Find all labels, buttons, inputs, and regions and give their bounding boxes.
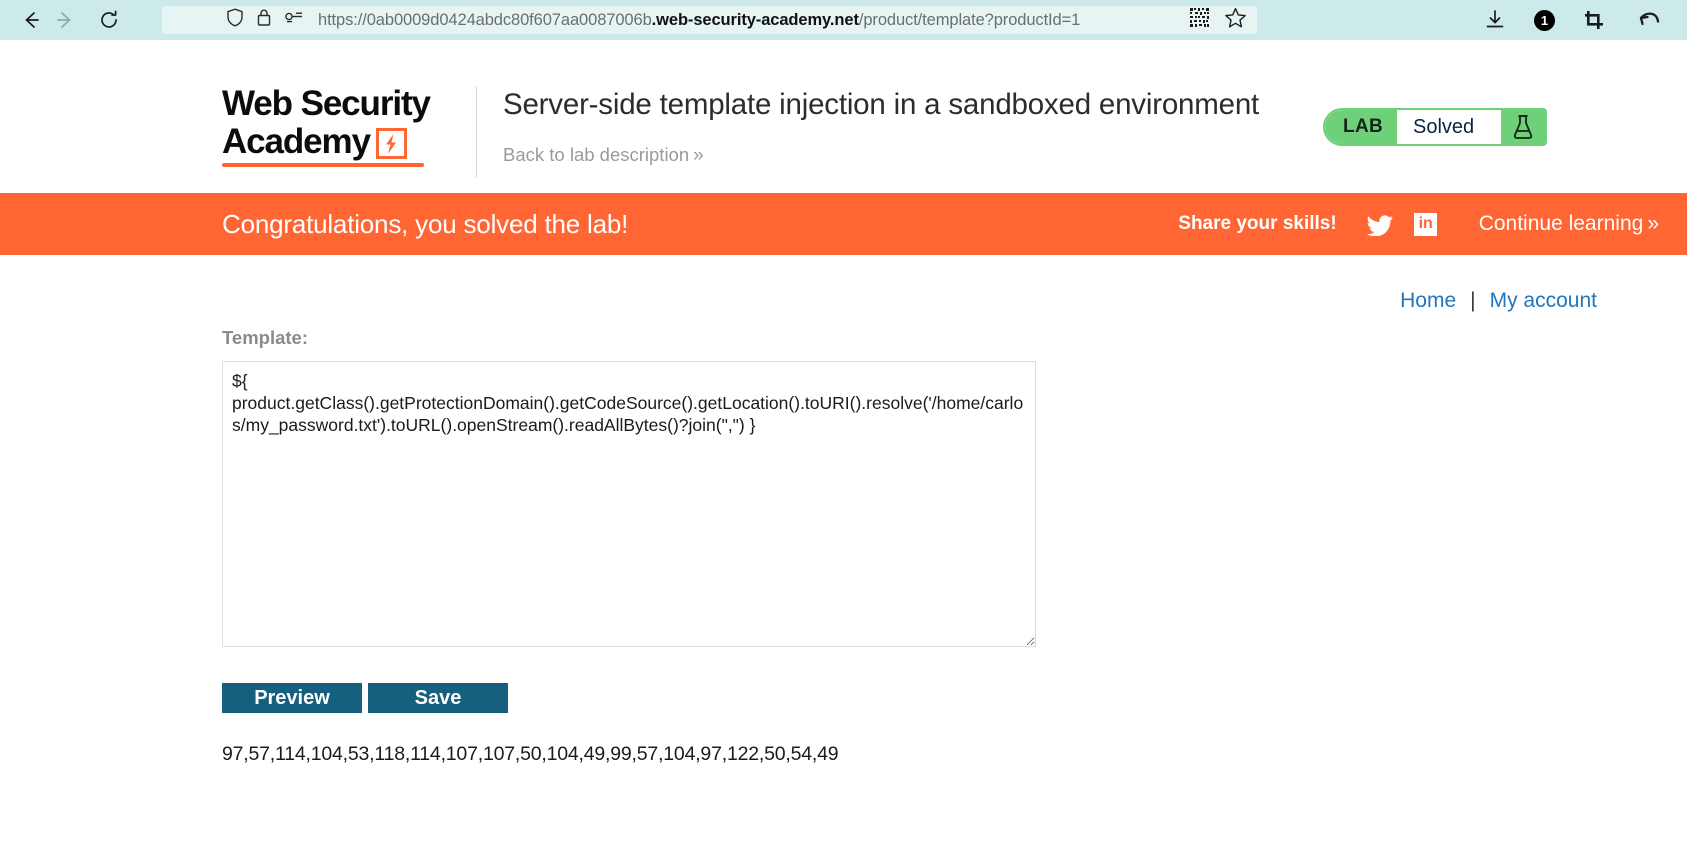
flask-icon[interactable] bbox=[1501, 110, 1545, 144]
nav-link-my-account[interactable]: My account bbox=[1490, 289, 1597, 313]
back-button[interactable] bbox=[14, 3, 48, 37]
arrow-right-icon bbox=[54, 9, 76, 31]
undo-arrow-icon bbox=[1638, 9, 1662, 31]
linkedin-text: in bbox=[1414, 212, 1438, 236]
url-host: .web-security-academy.net bbox=[651, 10, 859, 29]
header-divider bbox=[476, 86, 477, 178]
address-bar[interactable]: https://0ab0009d0424abdc80f607aa0087006b… bbox=[162, 6, 1257, 34]
logo-line-2: Academy bbox=[222, 122, 371, 161]
notification-badge[interactable]: 1 bbox=[1534, 9, 1555, 31]
preview-button[interactable]: Preview bbox=[222, 683, 362, 713]
lightning-bolt-icon bbox=[375, 128, 407, 159]
lab-solved-banner: Congratulations, you solved the lab! Sha… bbox=[0, 193, 1687, 255]
url-prefix: https://0ab0009d0424abdc80f607aa0087006b bbox=[318, 10, 652, 29]
lab-tag: LAB bbox=[1325, 110, 1397, 144]
nav-separator: | bbox=[1470, 289, 1476, 312]
crop-screenshot-icon bbox=[1583, 9, 1605, 31]
arrow-left-icon bbox=[20, 9, 42, 31]
back-to-lab-description-link[interactable]: Back to lab description» bbox=[503, 144, 1259, 167]
account-nav: Home | My account bbox=[0, 255, 1687, 313]
save-button[interactable]: Save bbox=[368, 683, 508, 713]
star-outline-icon[interactable] bbox=[1224, 7, 1247, 34]
back-link-label: Back to lab description bbox=[503, 144, 690, 165]
page-content: Home | My account Template: Preview Save… bbox=[0, 255, 1687, 766]
qr-code-icon[interactable] bbox=[1189, 7, 1210, 33]
template-output: 97,57,114,104,53,118,114,107,107,50,104,… bbox=[222, 743, 839, 765]
form-actions: Preview Save bbox=[222, 683, 1687, 713]
browser-toolbar: https://0ab0009d0424abdc80f607aa0087006b… bbox=[0, 0, 1687, 40]
reload-icon bbox=[98, 9, 120, 31]
screenshot-button[interactable] bbox=[1577, 3, 1611, 37]
share-label: Share your skills! bbox=[1178, 213, 1337, 234]
lock-icon[interactable] bbox=[256, 8, 272, 32]
download-icon bbox=[1484, 9, 1506, 31]
permissions-key-icon[interactable] bbox=[284, 8, 304, 32]
lab-status-widget: LAB Solved bbox=[1323, 108, 1547, 146]
status-badge: Solved bbox=[1397, 110, 1501, 144]
reload-button[interactable] bbox=[92, 3, 126, 37]
chevron-double-right-icon: » bbox=[693, 145, 704, 166]
continue-learning-link[interactable]: Continue learning» bbox=[1479, 212, 1659, 236]
nav-link-home[interactable]: Home bbox=[1400, 289, 1456, 313]
forward-button[interactable] bbox=[48, 3, 82, 37]
twitter-bird-icon[interactable] bbox=[1365, 209, 1395, 239]
template-textarea[interactable] bbox=[222, 361, 1036, 647]
banner-message: Congratulations, you solved the lab! bbox=[222, 208, 629, 239]
page-title: Server-side template injection in a sand… bbox=[503, 88, 1260, 121]
lab-header: Web Security Academy Server-side templat… bbox=[0, 40, 1687, 193]
url-path: /product/template?productId=1 bbox=[858, 10, 1081, 29]
logo-line-1: Web Security bbox=[222, 84, 431, 123]
continue-learning-label: Continue learning bbox=[1478, 212, 1644, 235]
url-text[interactable]: https://0ab0009d0424abdc80f607aa0087006b… bbox=[318, 11, 1189, 30]
downloads-button[interactable] bbox=[1478, 3, 1512, 37]
undo-button[interactable] bbox=[1633, 3, 1667, 37]
template-label: Template: bbox=[222, 327, 309, 348]
academy-logo[interactable]: Web Security Academy bbox=[222, 86, 454, 167]
linkedin-icon[interactable]: in bbox=[1411, 209, 1441, 239]
logo-underline bbox=[222, 163, 424, 167]
chevron-double-right-icon: » bbox=[1647, 212, 1659, 235]
shield-icon[interactable] bbox=[226, 8, 244, 32]
